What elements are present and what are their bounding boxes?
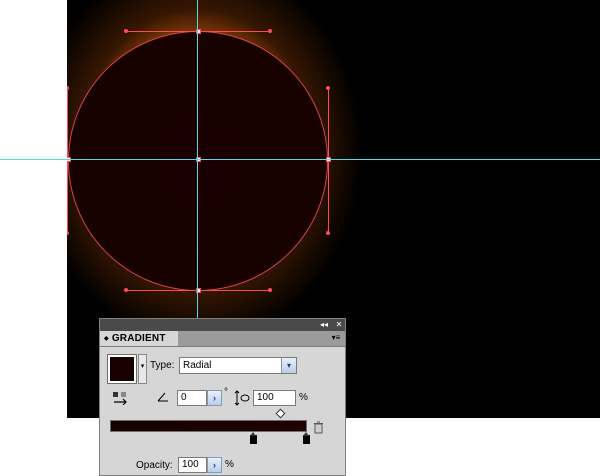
panel-menu-icon[interactable]: ▾≡ <box>330 333 342 343</box>
handle-point-right-top[interactable] <box>326 86 330 90</box>
gradient-panel: ◂◂ ✕ ◆ GRADIENT ▾≡ ▾ Type: Radial ▾ 0 › … <box>99 318 346 476</box>
type-select[interactable]: Radial ▾ <box>179 357 297 374</box>
aspect-ratio-icon <box>234 390 250 406</box>
type-dropdown-icon[interactable]: ▾ <box>281 358 296 373</box>
gradient-ramp-slider[interactable] <box>110 420 307 432</box>
handle-point-bottom-left[interactable] <box>124 288 128 292</box>
opacity-stepper-button[interactable]: › <box>207 457 222 473</box>
close-panel-button[interactable]: ✕ <box>334 320 344 330</box>
angle-input[interactable]: 0 <box>177 390 207 406</box>
collapse-panel-button[interactable]: ◂◂ <box>319 320 329 330</box>
tab-gradient[interactable]: ◆ GRADIENT <box>100 331 178 346</box>
degree-symbol: ° <box>224 387 228 398</box>
swatch-dropdown-icon[interactable]: ▾ <box>138 354 147 384</box>
handle-point-right-bottom[interactable] <box>326 231 330 235</box>
midpoint-diamond[interactable] <box>275 408 286 419</box>
gradient-swatch-preview <box>110 357 134 381</box>
opacity-unit: % <box>225 459 234 470</box>
handle-point-top-right[interactable] <box>268 29 272 33</box>
reverse-gradient-icon[interactable] <box>112 391 130 406</box>
horizontal-guide[interactable] <box>0 159 600 160</box>
tab-gradient-label: GRADIENT <box>111 333 166 344</box>
angle-icon <box>157 391 169 403</box>
tab-arrow-icon: ◆ <box>104 336 109 342</box>
type-select-value: Radial <box>183 360 212 371</box>
handle-point-top-left[interactable] <box>124 29 128 33</box>
panel-titlebar[interactable]: ◂◂ ✕ <box>100 319 345 331</box>
delete-stop-icon[interactable] <box>313 421 324 434</box>
opacity-input[interactable]: 100 <box>178 457 207 473</box>
type-label: Type: <box>150 360 175 371</box>
panel-tab-row: ◆ GRADIENT ▾≡ <box>100 331 345 347</box>
aspect-ratio-input[interactable]: 100 <box>253 390 296 406</box>
handle-point-bottom-right[interactable] <box>268 288 272 292</box>
opacity-label: Opacity: <box>136 460 173 471</box>
gradient-stop-left[interactable] <box>250 432 257 444</box>
gradient-stop-right[interactable] <box>303 432 310 444</box>
angle-stepper-button[interactable]: › <box>207 390 222 406</box>
gradient-swatch[interactable] <box>107 354 137 384</box>
aspect-ratio-unit: % <box>299 392 308 403</box>
